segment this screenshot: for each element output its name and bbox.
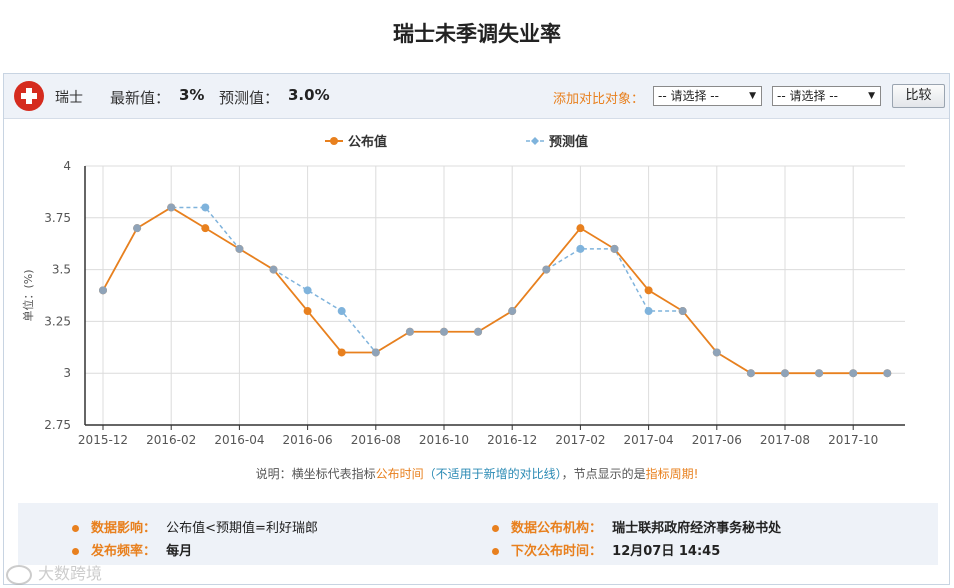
x-tick-label: 2016-04: [214, 433, 264, 447]
x-tick-label: 2017-02: [555, 433, 605, 447]
data-point-published: [201, 224, 210, 233]
data-point-forecast: [201, 203, 210, 212]
legend-marker-published: [330, 137, 338, 145]
watermark: 大数跨境: [6, 560, 102, 585]
y-tick-label: 3.5: [52, 263, 71, 277]
data-point-forecast: [371, 348, 380, 357]
bullet-icon: [72, 525, 79, 532]
data-point-published: [644, 286, 653, 295]
y-tick-label: 3.25: [44, 314, 71, 328]
impact-value: 公布值<预期值=利好瑞郎: [166, 521, 318, 536]
note-paren: （不适用于新增的对比线）: [423, 467, 562, 481]
data-point-forecast: [167, 203, 176, 212]
data-point-forecast: [712, 348, 721, 357]
x-tick-label: 2016-02: [146, 433, 196, 447]
frequency-label: 发布频率：: [91, 544, 157, 559]
note-highlight-publish-time: 公布时间: [375, 467, 424, 481]
watermark-logo-icon: [6, 564, 32, 585]
info-impact: 数据影响： 公布值<预期值=利好瑞郎: [72, 517, 318, 536]
next-release-label: 下次公布时间：: [511, 544, 603, 559]
x-tick-label: 2017-04: [624, 433, 674, 447]
data-point-forecast: [781, 369, 789, 378]
data-point-forecast: [883, 369, 892, 378]
x-tick-label: 2016-06: [283, 433, 333, 447]
watermark-text: 大数跨境: [38, 564, 103, 583]
data-point-forecast: [303, 286, 312, 295]
x-tick-label: 2017-06: [692, 433, 742, 447]
x-tick-label: 2017-10: [828, 433, 878, 447]
y-tick-label: 4: [63, 159, 71, 173]
next-release-value: 12月07日 14:45: [612, 544, 721, 559]
y-tick-label: 3.75: [44, 211, 71, 225]
data-point-forecast: [644, 307, 653, 316]
data-point-forecast: [133, 224, 142, 233]
x-tick-label: 2016-10: [419, 433, 469, 447]
x-tick-label: 2016-08: [351, 433, 401, 447]
x-tick-label: 2017-08: [760, 433, 810, 447]
info-agency: 数据公布机构： 瑞士联邦政府经济事务秘书处: [492, 517, 781, 536]
note-prefix: 说明：横坐标代表指标: [255, 467, 376, 481]
data-point-forecast: [235, 244, 244, 253]
data-point-forecast: [405, 327, 414, 336]
bullet-icon: [492, 525, 499, 532]
data-point-forecast: [269, 265, 278, 274]
legend-label-published: 公布值: [348, 134, 387, 150]
series-line-forecast: [102, 206, 888, 374]
series-line-published: [102, 206, 888, 375]
y-tick-label: 2.75: [44, 418, 71, 432]
legend-label-forecast: 预测值: [549, 134, 588, 150]
unemployment-line-chart: 2.75 3 3.25 3.5 3.75 4 2015-12 2016-02 2016-04 20…: [21, 134, 905, 447]
data-point-forecast: [474, 327, 483, 336]
data-point-forecast: [849, 369, 858, 378]
data-point-published: [576, 224, 585, 233]
data-point-forecast: [508, 307, 517, 316]
info-next-release: 下次公布时间： 12月07日 14:45: [492, 540, 720, 559]
bullet-icon: [72, 548, 79, 555]
data-point-forecast: [542, 265, 551, 274]
frequency-value: 每月: [166, 544, 193, 559]
data-point-forecast: [440, 327, 448, 336]
legend-marker-forecast: [531, 137, 539, 145]
data-point-forecast: [99, 286, 107, 295]
data-point-forecast: [746, 369, 755, 378]
data-point-forecast: [678, 307, 687, 316]
note-highlight-period: 指标周期!: [645, 467, 699, 481]
x-tick-label: 2016-12: [487, 433, 537, 447]
data-point-forecast: [576, 244, 585, 253]
y-axis-label: 单位：(%): [21, 269, 35, 321]
data-point-published: [303, 307, 312, 316]
data-point-forecast: [610, 244, 619, 253]
data-point-published: [337, 348, 346, 357]
chart-note: 说明：横坐标代表指标公布时间（不适用于新增的对比线），节点显示的是指标周期!: [0, 465, 954, 482]
impact-label: 数据影响：: [91, 521, 157, 536]
y-tick-label: 3: [63, 366, 71, 380]
data-point-forecast: [815, 369, 824, 378]
info-box: 数据影响： 公布值<预期值=利好瑞郎 发布频率： 每月 数据公布机构： 瑞士联邦…: [18, 503, 938, 565]
agency-label: 数据公布机构：: [511, 521, 603, 536]
agency-value: 瑞士联邦政府经济事务秘书处: [612, 521, 782, 536]
data-point-forecast: [337, 307, 346, 316]
bullet-icon: [492, 548, 499, 555]
info-frequency: 发布频率： 每月: [72, 540, 192, 559]
x-tick-label: 2015-12: [78, 433, 128, 447]
note-middle: ，节点显示的是: [561, 467, 646, 481]
